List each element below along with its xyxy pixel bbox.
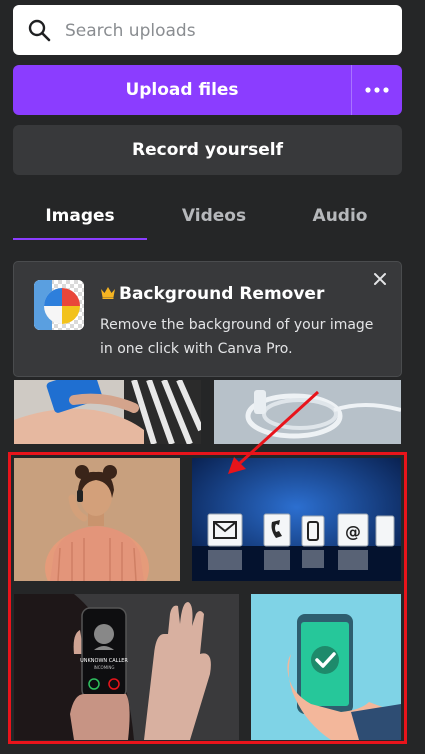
annotation-arrow: [228, 390, 320, 474]
